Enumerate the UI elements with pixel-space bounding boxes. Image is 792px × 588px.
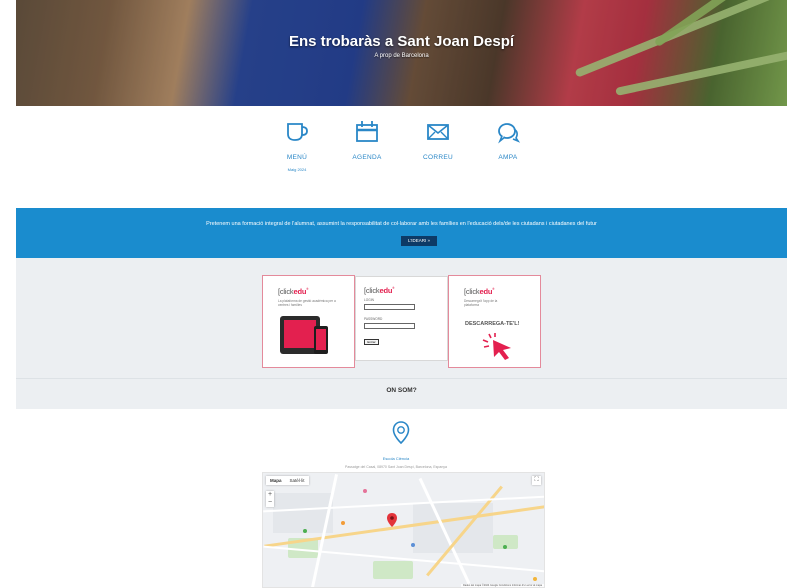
clickedu-card-download[interactable]: [clickedu® Descarrega't l'app de la plat…	[448, 275, 541, 368]
login-submit-button[interactable]: Entrar	[364, 339, 379, 345]
ideari-button[interactable]: L'IDEARI »	[401, 236, 437, 246]
fullscreen-icon[interactable]: ⛶	[532, 476, 541, 485]
clickedu-login-card: [clickedu® LOGIN PASSWORD Entrar	[355, 276, 448, 361]
download-description: Descarrega't l'app de la plataforma	[464, 299, 498, 307]
location-heading-band: ON SOM?	[16, 379, 787, 409]
download-label: DESCARREGA-TE'L!	[465, 321, 520, 327]
quick-link-sublabel: Maig 2024	[287, 167, 307, 172]
map-attribution: Dades del mapa ©2024 Google Condicions I…	[460, 584, 544, 587]
map-poi	[411, 543, 415, 547]
map-park	[373, 561, 413, 579]
page: Ens trobaràs a Sant Joan Despí A prop de…	[0, 0, 792, 588]
password-input[interactable]	[364, 323, 415, 329]
map-tab-satellite[interactable]: Satèl·lit	[286, 476, 309, 485]
map-tab-mapa[interactable]: Mapa	[266, 476, 286, 485]
quick-link-correu[interactable]: CORREU	[408, 120, 468, 161]
map-zoom-control: + −	[266, 491, 274, 507]
envelope-icon	[427, 124, 449, 140]
quick-link-label: MENÚ	[286, 154, 308, 161]
hero-title: Ens trobaràs a Sant Joan Despí	[288, 33, 515, 50]
clickedu-card-description: La plataforma de gestió acadèmica per a …	[278, 299, 336, 307]
quick-link-ampa[interactable]: AMPA	[478, 120, 538, 161]
clickedu-card-info[interactable]: [clickedu® La plataforma de gestió acadè…	[262, 275, 355, 368]
zoom-in-button[interactable]: +	[266, 491, 274, 499]
cup-icon	[287, 123, 308, 141]
map-marker-icon[interactable]	[387, 513, 397, 527]
location-address: Passatge del Casal, 08970 Sant Joan Desp…	[345, 465, 447, 469]
location-pin-icon	[392, 421, 410, 445]
clickedu-logo: [clickedu®	[464, 287, 495, 296]
map-poi	[533, 577, 537, 581]
hero-banner: Ens trobaràs a Sant Joan Despí A prop de…	[16, 0, 787, 106]
quick-link-label: AGENDA	[352, 154, 382, 161]
map-poi	[303, 529, 307, 533]
clickedu-logo: [clickedu®	[364, 286, 395, 295]
login-input[interactable]	[364, 304, 415, 310]
map-type-tabs: Mapa Satèl·lit	[266, 476, 309, 485]
quick-link-label: CORREU	[423, 154, 453, 161]
map-poi	[363, 489, 367, 493]
quick-links: MENÚ Maig 2024 AGENDA CORREU AMPA	[0, 120, 792, 190]
location-heading: ON SOM?	[386, 387, 417, 394]
google-map[interactable]: Mapa Satèl·lit ⛶ + − Dades del mapa ©202…	[262, 472, 545, 588]
map-poi	[341, 521, 345, 525]
quick-link-label: AMPA	[498, 154, 518, 161]
quick-link-menu[interactable]: MENÚ Maig 2024	[267, 120, 327, 172]
map-poi	[503, 545, 507, 549]
cursor-click-icon	[482, 333, 511, 360]
hero-subtitle: A prop de Barcelona	[374, 53, 429, 59]
calendar-icon	[356, 121, 378, 142]
chat-bubbles-icon	[498, 123, 521, 144]
mission-text: Pretenem una formació integral de l'alum…	[206, 221, 597, 227]
login-label: LOGIN	[364, 298, 374, 302]
clickedu-logo: [clickedu®	[278, 287, 309, 296]
mission-band: Pretenem una formació integral de l'alum…	[16, 208, 787, 258]
quick-link-agenda[interactable]: AGENDA	[337, 120, 397, 161]
phone-image	[314, 326, 328, 354]
zoom-out-button[interactable]: −	[266, 499, 274, 507]
password-label: PASSWORD	[364, 317, 383, 321]
clickedu-section: [clickedu® La plataforma de gestió acadè…	[16, 258, 787, 378]
location-title[interactable]: Escola Ciència	[0, 456, 792, 461]
